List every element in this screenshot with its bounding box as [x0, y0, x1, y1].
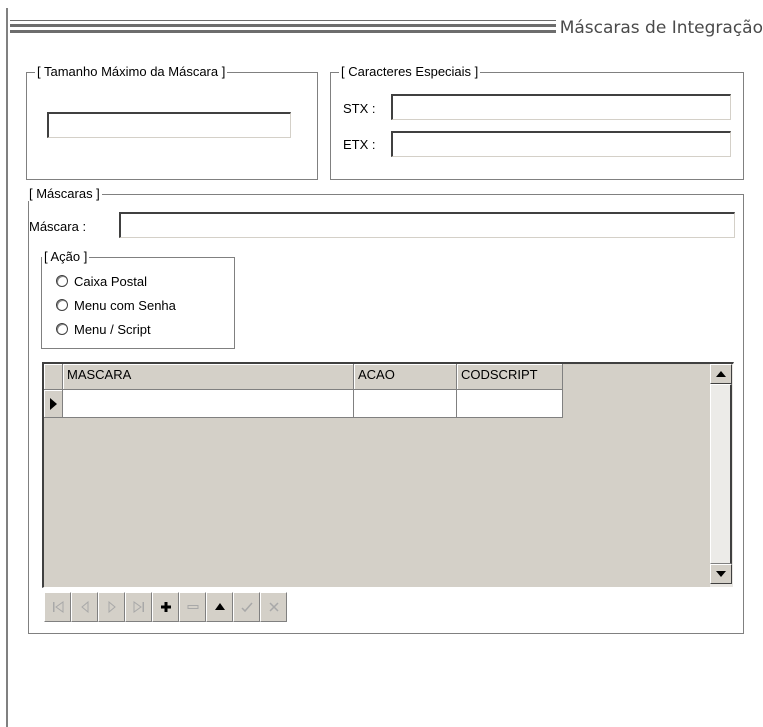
- grid-header: MASCARA ACAO CODSCRIPT: [44, 364, 563, 390]
- etx-input[interactable]: [391, 131, 731, 157]
- column-header-mascara[interactable]: MASCARA: [63, 364, 354, 390]
- current-row-arrow-icon: [49, 397, 57, 410]
- grid-indicator-header: [44, 364, 63, 390]
- row-indicator: [44, 390, 63, 418]
- prior-record-icon: [80, 601, 88, 613]
- table-row[interactable]: [44, 390, 563, 418]
- nav-first-button[interactable]: [44, 592, 71, 622]
- radio-circle-icon: [56, 323, 68, 335]
- radio-menu-com-senha[interactable]: Menu com Senha: [56, 296, 176, 314]
- mascaras-grid[interactable]: MASCARA ACAO CODSCRIPT: [42, 362, 734, 588]
- stx-label: STX :: [343, 101, 376, 116]
- radio-circle-icon: [56, 299, 68, 311]
- nav-cancel-button[interactable]: [260, 592, 287, 622]
- radio-menu-script-label: Menu / Script: [74, 321, 151, 337]
- column-header-acao[interactable]: ACAO: [354, 364, 457, 390]
- radio-circle-icon: [56, 275, 68, 287]
- next-record-icon: [108, 601, 116, 613]
- scroll-track[interactable]: [710, 384, 732, 564]
- tamanho-maximo-group: [ Tamanho Máximo da Máscara ]: [26, 64, 318, 180]
- cell-codscript[interactable]: [457, 390, 563, 418]
- tamanho-maximo-input[interactable]: [47, 112, 291, 138]
- nav-post-button[interactable]: [233, 592, 260, 622]
- etx-label: ETX :: [343, 137, 376, 152]
- first-record-icon: [52, 601, 63, 613]
- arrow-up-icon: [716, 371, 726, 377]
- radio-caixa-postal-label: Caixa Postal: [74, 273, 147, 289]
- nav-last-button[interactable]: [125, 592, 152, 622]
- edit-record-icon: [214, 603, 225, 610]
- nav-delete-button[interactable]: [179, 592, 206, 622]
- delete-record-icon: [187, 605, 198, 609]
- window-left-border: [6, 8, 8, 727]
- nav-edit-button[interactable]: [206, 592, 233, 622]
- arrow-down-icon: [716, 571, 726, 577]
- cell-mascara[interactable]: [63, 390, 354, 418]
- radio-caixa-postal[interactable]: Caixa Postal: [56, 272, 147, 290]
- column-header-codscript[interactable]: CODSCRIPT: [457, 364, 563, 390]
- nav-next-button[interactable]: [98, 592, 125, 622]
- caracteres-especiais-legend: [ Caracteres Especiais ]: [339, 64, 481, 79]
- window-title: Máscaras de Integração: [555, 18, 763, 38]
- mascaras-legend: [ Máscaras ]: [27, 186, 102, 201]
- nav-prior-button[interactable]: [71, 592, 98, 622]
- nav-insert-button[interactable]: [152, 592, 179, 622]
- caracteres-especiais-group: [ Caracteres Especiais ] STX : ETX :: [330, 64, 744, 180]
- cell-acao[interactable]: [354, 390, 457, 418]
- mascara-label: Máscara :: [29, 219, 87, 234]
- title-bar: Máscaras de Integração: [10, 16, 763, 42]
- tamanho-maximo-legend: [ Tamanho Máximo da Máscara ]: [35, 64, 228, 79]
- radio-menu-script[interactable]: Menu / Script: [56, 320, 151, 338]
- acao-legend: [ Ação ]: [42, 249, 90, 264]
- cancel-record-icon: [268, 602, 279, 612]
- mascara-input[interactable]: [119, 212, 735, 238]
- insert-record-icon: [160, 602, 171, 612]
- radio-menu-com-senha-label: Menu com Senha: [74, 297, 176, 313]
- scroll-up-button[interactable]: [710, 364, 732, 384]
- grid-vertical-scrollbar[interactable]: [709, 364, 733, 587]
- scroll-down-button[interactable]: [710, 564, 732, 584]
- last-record-icon: [133, 601, 144, 613]
- db-navigator: [44, 592, 287, 622]
- stx-input[interactable]: [391, 94, 731, 120]
- post-record-icon: [240, 602, 253, 613]
- acao-group: [ Ação ] Caixa Postal Menu com Senha Men…: [41, 249, 235, 349]
